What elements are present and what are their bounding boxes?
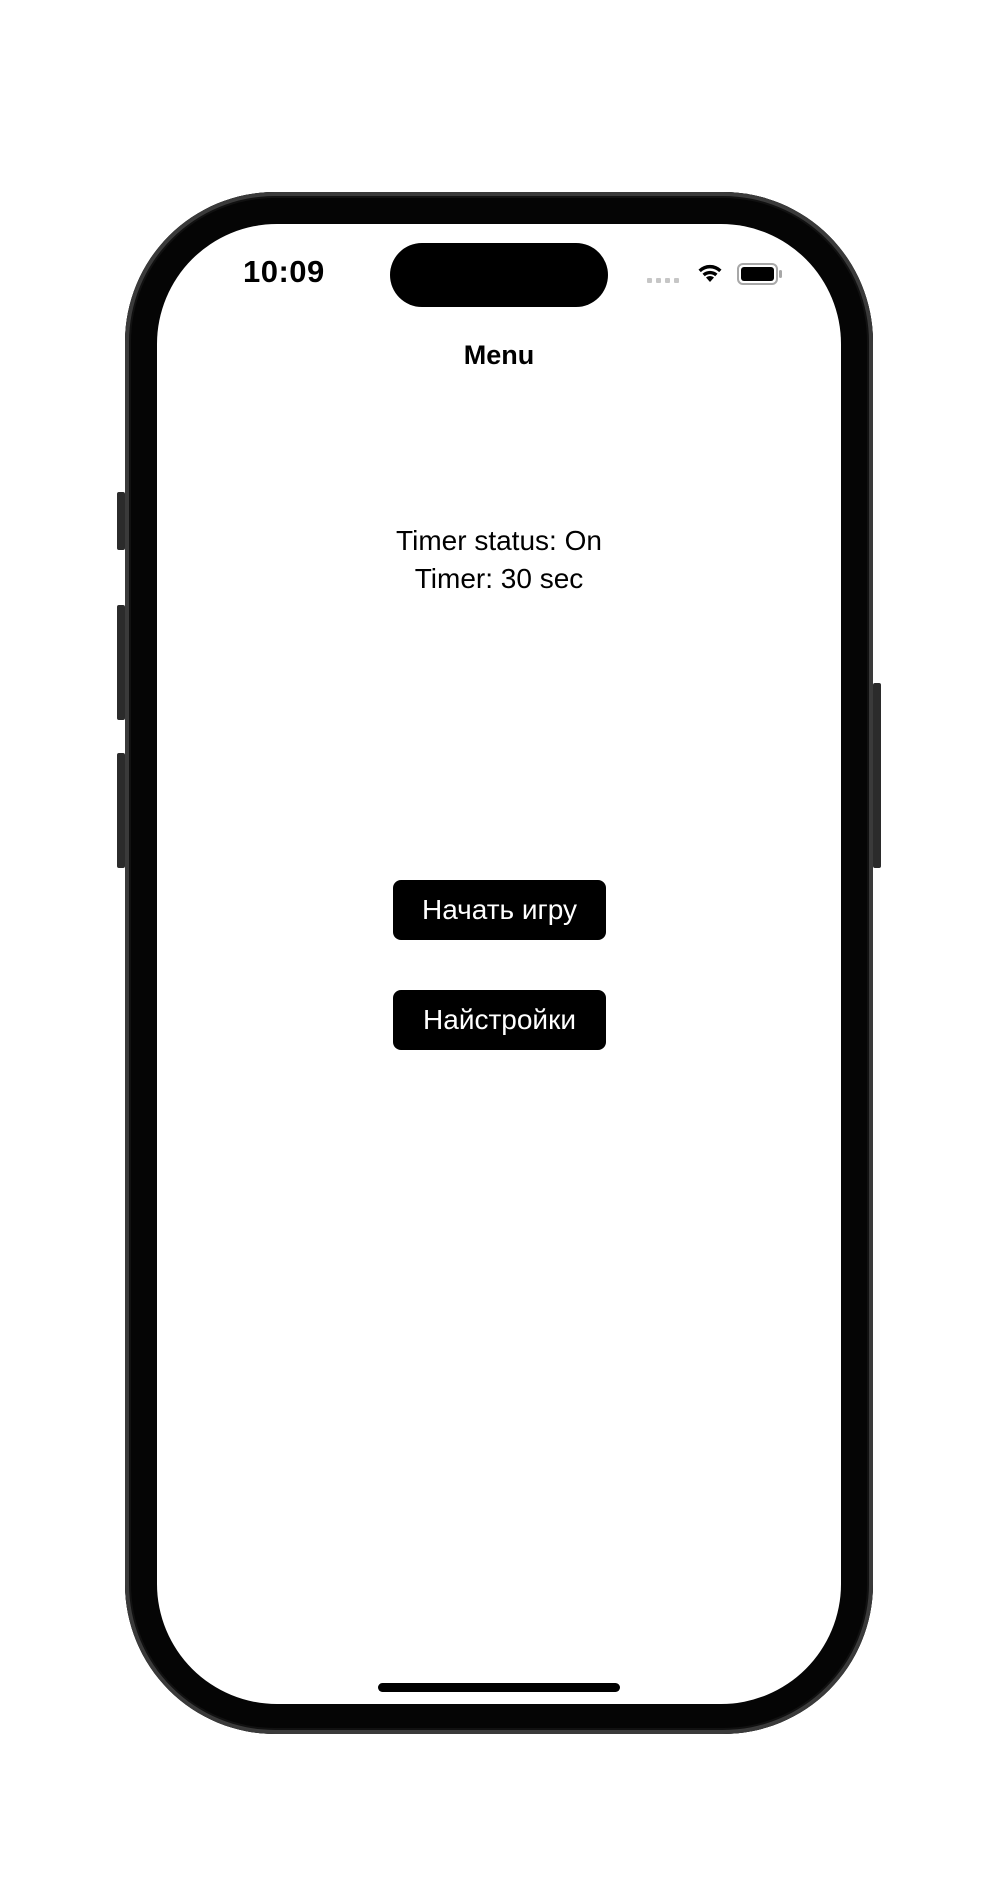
- start-game-button[interactable]: Начать игру: [393, 880, 606, 940]
- home-indicator[interactable]: [378, 1683, 620, 1692]
- status-bar-time: 10:09: [243, 254, 325, 289]
- cellular-signal-icon: [647, 278, 679, 283]
- settings-button[interactable]: Найстройки: [393, 990, 606, 1050]
- wifi-icon: [698, 264, 722, 282]
- battery-icon: [737, 263, 782, 285]
- volume-down-button-hardware: [117, 753, 125, 868]
- volume-up-button-hardware: [117, 605, 125, 720]
- page-title: Menu: [463, 340, 535, 370]
- timer-status-label: Timer status: On: [396, 525, 602, 556]
- timer-duration-label: Timer: 30 sec: [414, 563, 584, 594]
- phone-screen: 10:09 Menu Timer status: On Timer: 30 se…: [157, 224, 841, 1704]
- power-button-hardware: [873, 683, 881, 868]
- dynamic-island: [390, 243, 608, 307]
- action-button-hardware: [117, 492, 125, 550]
